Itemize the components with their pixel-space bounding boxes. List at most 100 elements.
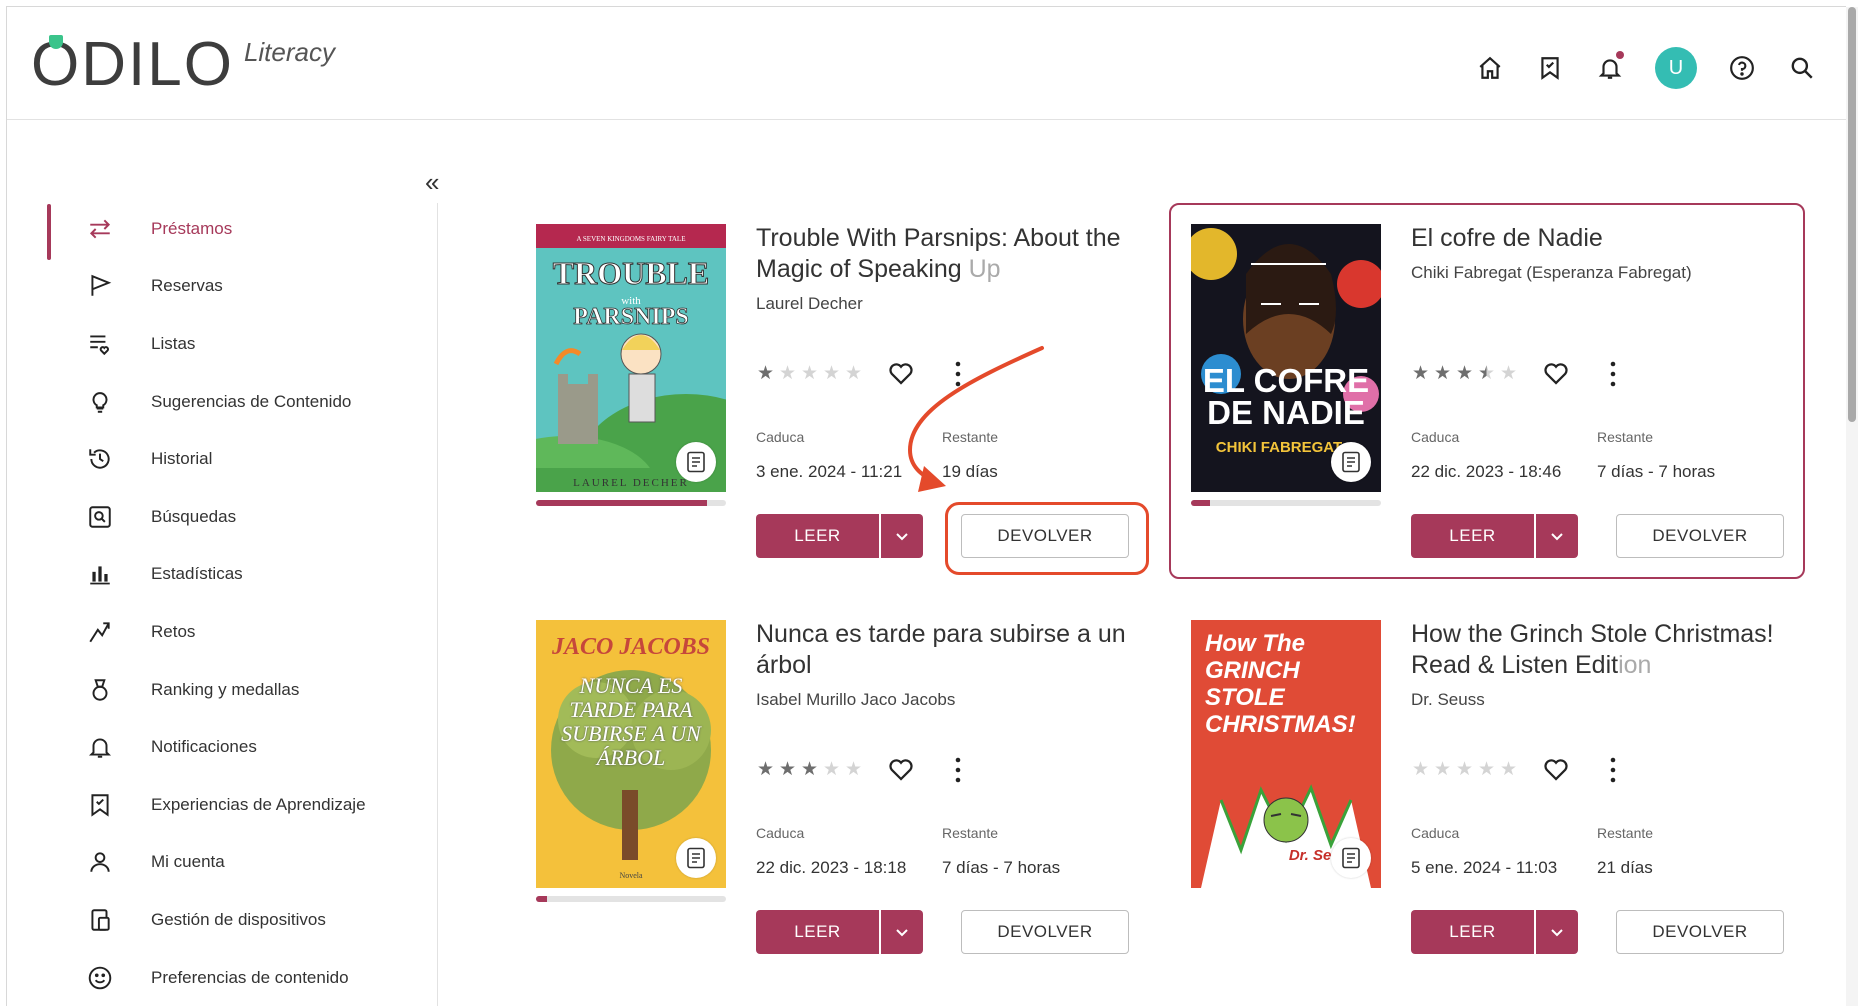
sidebar-item-listas[interactable]: Listas — [40, 315, 440, 373]
favorite-heart-icon[interactable] — [886, 754, 916, 784]
sidebar-item-ranking[interactable]: Ranking y medallas — [40, 661, 440, 719]
return-button[interactable]: DEVOLVER — [1616, 910, 1784, 954]
sidebar-item-sugerencias[interactable]: Sugerencias de Contenido — [40, 373, 440, 431]
read-options-dropdown[interactable] — [1536, 910, 1578, 954]
read-button-group: LEER — [756, 514, 923, 558]
remaining-value: 21 días — [1597, 858, 1653, 877]
reading-progress-fill — [1191, 500, 1210, 506]
sidebar-item-preferencias[interactable]: Preferencias de contenido — [40, 949, 440, 1006]
return-button[interactable]: DEVOLVER — [961, 910, 1129, 954]
ebook-icon — [676, 442, 716, 482]
read-options-dropdown[interactable] — [881, 514, 923, 558]
odilo-logo[interactable]: ODILO Literacy — [31, 33, 335, 97]
book-title[interactable]: How the Grinch Stole Christmas! Read & L… — [1411, 619, 1811, 681]
ebook-icon — [1331, 838, 1371, 878]
star-icon[interactable]: ★ — [844, 362, 863, 385]
remaining-label: Restante — [942, 825, 999, 841]
scrollbar-thumb[interactable] — [1848, 7, 1856, 422]
star-icon[interactable]: ★ — [1499, 362, 1518, 385]
book-cover[interactable]: A SEVEN KINGDOMS FAIRY TALE TROUBLE with… — [536, 224, 726, 492]
history-icon — [85, 444, 115, 474]
star-icon[interactable]: ★ — [1455, 758, 1474, 781]
return-button[interactable]: DEVOLVER — [1616, 514, 1784, 558]
book-cover[interactable]: How The GRINCH STOLE CHRISTMAS! Dr. Seus… — [1191, 620, 1381, 888]
star-icon[interactable]: ★ — [844, 758, 863, 781]
annotation-highlight-box — [945, 502, 1149, 575]
sidebar-item-estadisticas[interactable]: Estadísticas — [40, 546, 440, 604]
read-button[interactable]: LEER — [1411, 910, 1534, 954]
svg-text:JACO JACOBS: JACO JACOBS — [551, 634, 710, 660]
book-title[interactable]: Trouble With Parsnips: About the Magic o… — [756, 223, 1156, 285]
svg-text:TROUBLE: TROUBLE — [553, 255, 709, 291]
bell-icon[interactable] — [1595, 51, 1625, 83]
more-options-icon[interactable] — [1608, 360, 1618, 388]
book-title[interactable]: Nunca es tarde para subirse a un árbol — [756, 619, 1156, 681]
star-icon[interactable]: ★ — [1433, 758, 1452, 781]
read-options-dropdown[interactable] — [1536, 514, 1578, 558]
read-button[interactable]: LEER — [756, 514, 879, 558]
book-author[interactable]: Isabel Murillo Jaco Jacobs — [756, 690, 955, 710]
star-icon[interactable]: ★ — [1411, 362, 1430, 385]
rating-stars[interactable]: ★ ★ ★ ★ ★ — [1411, 362, 1518, 385]
sidebar-item-notificaciones[interactable]: Notificaciones — [40, 718, 440, 776]
star-icon[interactable]: ★ — [778, 758, 797, 781]
sidebar-item-reservas[interactable]: Reservas — [40, 258, 440, 316]
star-icon[interactable]: ★ — [822, 362, 841, 385]
more-options-icon[interactable] — [953, 756, 963, 784]
star-icon[interactable]: ★ — [778, 362, 797, 385]
home-icon[interactable] — [1475, 53, 1505, 83]
book-author[interactable]: Laurel Decher — [756, 294, 863, 314]
read-button[interactable]: LEER — [1411, 514, 1534, 558]
book-title[interactable]: El cofre de Nadie — [1411, 223, 1811, 254]
sidebar-item-label: Estadísticas — [151, 564, 243, 584]
expires-label: Caduca — [756, 825, 805, 841]
book-author[interactable]: Chiki Fabregat (Esperanza Fabregat) — [1411, 263, 1692, 283]
rating-stars[interactable]: ★ ★ ★ ★ ★ — [1411, 758, 1518, 781]
read-button[interactable]: LEER — [756, 910, 879, 954]
sidebar-item-label: Sugerencias de Contenido — [151, 391, 352, 411]
rating-stars[interactable]: ★ ★ ★ ★ ★ — [756, 362, 863, 385]
star-icon[interactable]: ★ — [1411, 758, 1430, 781]
star-icon[interactable]: ★ — [1477, 758, 1496, 781]
star-icon[interactable]: ★ — [1433, 362, 1452, 385]
star-icon[interactable]: ★ — [800, 362, 819, 385]
star-icon[interactable]: ★ — [756, 362, 775, 385]
favorite-heart-icon[interactable] — [1541, 358, 1571, 388]
book-cover[interactable]: JACO JACOBS NUNCA ES TARDE PARA SUBIRSE … — [536, 620, 726, 888]
book-author[interactable]: Dr. Seuss — [1411, 690, 1485, 710]
star-icon[interactable]: ★ — [1477, 362, 1496, 385]
bookmark-icon[interactable] — [1535, 53, 1565, 83]
star-icon[interactable]: ★ — [756, 758, 775, 781]
svg-text:PARSNIPS: PARSNIPS — [573, 304, 689, 330]
swap-arrows-icon — [85, 214, 115, 244]
notification-dot — [1616, 51, 1624, 59]
sidebar-item-retos[interactable]: Retos — [40, 603, 440, 661]
more-options-icon[interactable] — [1608, 756, 1618, 784]
star-icon[interactable]: ★ — [1499, 758, 1518, 781]
star-icon[interactable]: ★ — [822, 758, 841, 781]
remaining-label: Restante — [1597, 429, 1654, 445]
page-scrollbar[interactable] — [1846, 7, 1858, 1006]
expires-value: 22 dic. 2023 - 18:46 — [1411, 462, 1562, 481]
sidebar-item-prestamos[interactable]: Préstamos — [40, 200, 440, 260]
sidebar-item-label: Preferencias de contenido — [151, 967, 349, 987]
collapse-sidebar-icon[interactable]: « — [425, 169, 439, 195]
sidebar-item-experiencias[interactable]: Experiencias de Aprendizaje — [40, 776, 440, 834]
rating-stars[interactable]: ★ ★ ★ ★ ★ — [756, 758, 863, 781]
favorite-heart-icon[interactable] — [1541, 754, 1571, 784]
book-cover[interactable]: EL COFRE DE NADIE CHIKI FABREGAT — [1191, 224, 1381, 492]
remaining-value: 7 días - 7 horas — [1597, 462, 1716, 481]
star-icon[interactable]: ★ — [800, 758, 819, 781]
sidebar-item-mi-cuenta[interactable]: Mi cuenta — [40, 834, 440, 892]
avatar[interactable]: U — [1655, 47, 1697, 89]
sidebar-item-dispositivos[interactable]: Gestión de dispositivos — [40, 891, 440, 949]
help-icon[interactable] — [1727, 53, 1757, 83]
sidebar-item-busquedas[interactable]: Búsquedas — [40, 488, 440, 546]
star-icon[interactable]: ★ — [1455, 362, 1474, 385]
sidebar-item-historial[interactable]: Historial — [40, 430, 440, 488]
read-options-dropdown[interactable] — [881, 910, 923, 954]
annotation-arrow — [907, 346, 1044, 492]
expires-value: 22 dic. 2023 - 18:18 — [756, 858, 907, 877]
search-icon[interactable] — [1787, 53, 1817, 83]
chevron-down-icon — [1551, 533, 1563, 541]
